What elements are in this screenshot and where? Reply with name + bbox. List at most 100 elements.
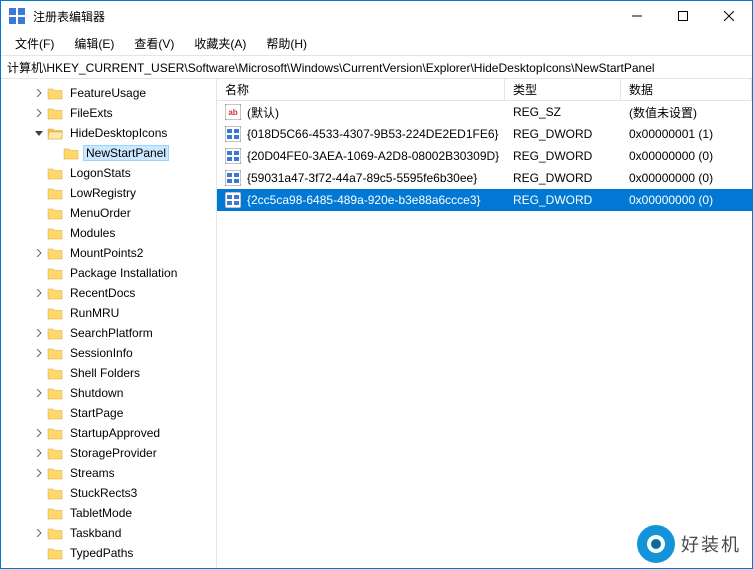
value-data: 0x00000000 (0) [621, 149, 752, 163]
tree-item[interactable]: StuckRects3 [1, 483, 216, 503]
tree-item-label: NewStartPanel [83, 145, 169, 161]
tree-item[interactable]: SearchPlatform [1, 323, 216, 343]
app-icon [9, 8, 25, 24]
tree-item-label: StuckRects3 [67, 485, 140, 501]
value-name: {59031a47-3f72-44a7-89c5-5595fe6b30ee} [247, 171, 477, 185]
folder-icon [47, 406, 63, 420]
chevron-right-icon[interactable] [33, 89, 45, 97]
tree-item[interactable]: Shell Folders [1, 363, 216, 383]
value-row[interactable]: {018D5C66-4533-4307-9B53-224DE2ED1FE6}RE… [217, 123, 752, 145]
tree-item-label: SessionInfo [67, 345, 136, 361]
chevron-right-icon[interactable] [33, 249, 45, 257]
folder-icon [47, 246, 63, 260]
tree-pane[interactable]: FeatureUsage FileExts HideDesktopIcons NewS… [1, 79, 217, 568]
chevron-right-icon[interactable] [33, 109, 45, 117]
value-row[interactable]: {2cc5ca98-6485-489a-920e-b3e88a6ccce3}RE… [217, 189, 752, 211]
minimize-button[interactable] [614, 1, 660, 31]
folder-icon [47, 346, 63, 360]
tree-item[interactable]: RecentDocs [1, 283, 216, 303]
tree-item[interactable]: Shutdown [1, 383, 216, 403]
chevron-right-icon[interactable] [33, 389, 45, 397]
tree-item[interactable]: LogonStats [1, 163, 216, 183]
tree-item[interactable]: StartupApproved [1, 423, 216, 443]
tree-item[interactable]: RunMRU [1, 303, 216, 323]
value-name-cell: {2cc5ca98-6485-489a-920e-b3e88a6ccce3} [217, 192, 505, 208]
menu-file[interactable]: 文件(F) [7, 33, 62, 54]
folder-icon [47, 386, 63, 400]
address-text: 计算机\HKEY_CURRENT_USER\Software\Microsoft… [7, 59, 655, 76]
values-list: (默认)REG_SZ(数值未设置){018D5C66-4533-4307-9B5… [217, 101, 752, 211]
value-row[interactable]: {20D04FE0-3AEA-1069-A2D8-08002B30309D} RE… [217, 145, 752, 167]
value-name: {018D5C66-4533-4307-9B53-224DE2ED1FE6} [247, 127, 499, 141]
tree-item[interactable]: MountPoints2 [1, 243, 216, 263]
tree-item-label: StartupApproved [67, 425, 163, 441]
value-name: {2cc5ca98-6485-489a-920e-b3e88a6ccce3} [247, 193, 481, 207]
folder-icon [47, 486, 63, 500]
menu-edit[interactable]: 编辑(E) [66, 33, 122, 54]
address-bar[interactable]: 计算机\HKEY_CURRENT_USER\Software\Microsoft… [1, 55, 752, 79]
column-data[interactable]: 数据 [621, 79, 752, 100]
chevron-right-icon[interactable] [33, 289, 45, 297]
folder-icon [47, 166, 63, 180]
value-type: REG_DWORD [505, 149, 621, 163]
chevron-right-icon[interactable] [33, 469, 45, 477]
tree-item-label: LowRegistry [67, 185, 139, 201]
value-name-cell: {59031a47-3f72-44a7-89c5-5595fe6b30ee} [217, 170, 505, 186]
folder-icon [63, 146, 79, 160]
column-type[interactable]: 类型 [505, 79, 621, 100]
folder-icon [47, 86, 63, 100]
tree-item[interactable]: MenuOrder [1, 203, 216, 223]
dword-value-icon [225, 192, 241, 208]
tree-item[interactable]: LowRegistry [1, 183, 216, 203]
tree-item-label: MountPoints2 [67, 245, 146, 261]
column-name[interactable]: 名称 [217, 79, 505, 100]
window-controls [614, 1, 752, 31]
folder-icon [47, 106, 63, 120]
tree-item-label: FileExts [67, 105, 116, 121]
folder-icon [47, 366, 63, 380]
tree-item[interactable]: StartPage [1, 403, 216, 423]
close-button[interactable] [706, 1, 752, 31]
tree-item[interactable]: NewStartPanel [1, 143, 216, 163]
dword-value-icon [225, 170, 241, 186]
tree-item[interactable]: TabletMode [1, 503, 216, 523]
tree-item[interactable]: Taskband [1, 523, 216, 543]
menu-help[interactable]: 帮助(H) [258, 33, 315, 54]
tree-item-label: FeatureUsage [67, 85, 149, 101]
dword-value-icon [225, 148, 241, 164]
tree-item-label: HideDesktopIcons [67, 125, 170, 141]
chevron-right-icon[interactable] [33, 329, 45, 337]
maximize-button[interactable] [660, 1, 706, 31]
value-name-cell: {018D5C66-4533-4307-9B53-224DE2ED1FE6} [217, 126, 505, 142]
tree-item[interactable]: Modules [1, 223, 216, 243]
folder-icon [47, 206, 63, 220]
chevron-right-icon[interactable] [33, 529, 45, 537]
tree-item[interactable]: HideDesktopIcons [1, 123, 216, 143]
folder-icon [47, 286, 63, 300]
tree-item[interactable]: SessionInfo [1, 343, 216, 363]
menu-view[interactable]: 查看(V) [126, 33, 182, 54]
value-row[interactable]: {59031a47-3f72-44a7-89c5-5595fe6b30ee}RE… [217, 167, 752, 189]
menubar: 文件(F) 编辑(E) 查看(V) 收藏夹(A) 帮助(H) [1, 31, 752, 55]
tree-item[interactable]: FileExts [1, 103, 216, 123]
tree-item[interactable]: TypedPaths [1, 543, 216, 563]
tree-item[interactable]: Streams [1, 463, 216, 483]
tree-item[interactable]: Package Installation [1, 263, 216, 283]
menu-favorites[interactable]: 收藏夹(A) [186, 33, 254, 54]
value-name-cell: {20D04FE0-3AEA-1069-A2D8-08002B30309D} [217, 148, 505, 164]
tree-item[interactable]: StorageProvider [1, 443, 216, 463]
value-name: {20D04FE0-3AEA-1069-A2D8-08002B30309D} [247, 149, 499, 163]
chevron-right-icon[interactable] [33, 429, 45, 437]
folder-icon [47, 306, 63, 320]
chevron-right-icon[interactable] [33, 349, 45, 357]
tree-item-label: Shutdown [67, 385, 126, 401]
dword-value-icon [225, 126, 241, 142]
value-data: 0x00000000 (0) [621, 171, 752, 185]
tree-item-label: RecentDocs [67, 285, 138, 301]
string-value-icon [225, 104, 241, 120]
folder-icon [47, 466, 63, 480]
chevron-down-icon[interactable] [33, 129, 45, 137]
tree-item[interactable]: FeatureUsage [1, 83, 216, 103]
value-row[interactable]: (默认)REG_SZ(数值未设置) [217, 101, 752, 123]
chevron-right-icon[interactable] [33, 449, 45, 457]
